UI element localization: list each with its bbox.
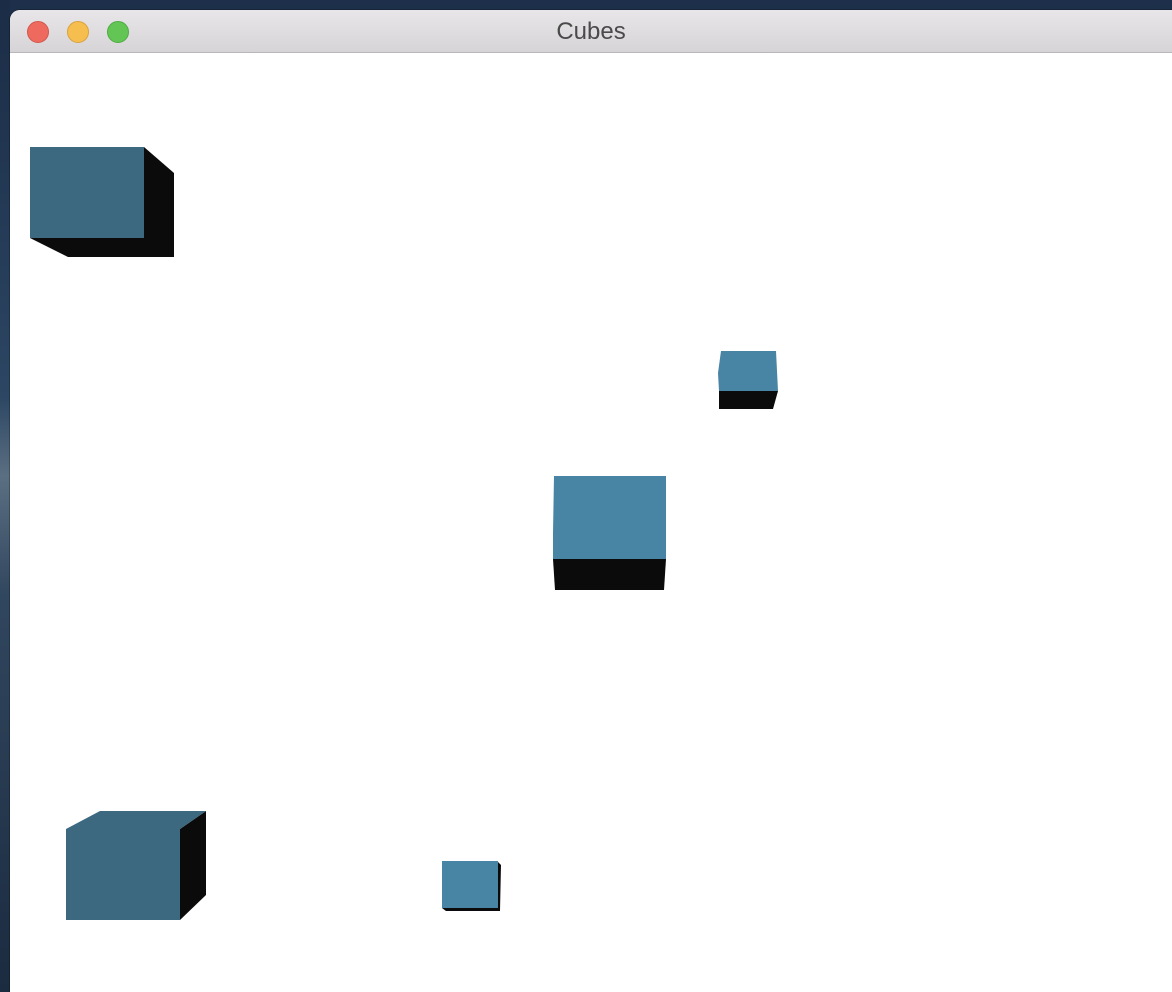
cube-front-face <box>442 861 498 908</box>
window-title: Cubes <box>556 18 626 45</box>
cube-side-face <box>719 391 778 409</box>
cube-front-face <box>553 476 666 559</box>
cube-side-face <box>180 811 206 920</box>
cube <box>442 861 501 911</box>
cube <box>553 476 666 590</box>
cube-front-face <box>718 351 778 391</box>
render-canvas[interactable] <box>10 53 1172 992</box>
cube <box>30 147 174 257</box>
cube-front-face <box>66 829 180 920</box>
desktop-background <box>0 0 10 992</box>
cube <box>66 811 206 920</box>
title-bar[interactable]: Cubes <box>10 10 1172 53</box>
cube-front-face <box>30 147 144 238</box>
app-window: Cubes <box>10 10 1172 992</box>
cube-scene <box>30 147 778 920</box>
cube <box>718 351 778 409</box>
cube-side-face <box>553 559 666 590</box>
